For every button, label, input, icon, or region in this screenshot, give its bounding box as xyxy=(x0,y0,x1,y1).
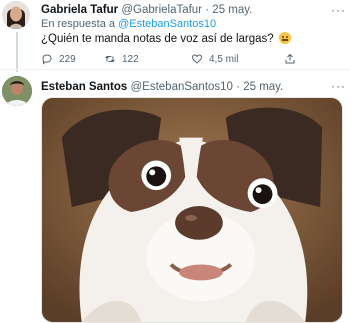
reply-context: En respuesta a @EstebanSantos10 xyxy=(41,18,216,30)
avatar-esteban[interactable] xyxy=(2,76,32,106)
tweet-time[interactable]: 25 may. xyxy=(243,81,283,93)
like-count: 4,5 mil xyxy=(209,53,239,65)
tweet-media-dog-photo[interactable] xyxy=(41,97,343,323)
retweet-icon xyxy=(105,55,115,63)
tweet-actions: 229 122 4,5 mil xyxy=(41,52,341,66)
retweet-count: 122 xyxy=(122,53,139,65)
thread-line xyxy=(16,32,18,72)
reply-count: 229 xyxy=(59,53,76,65)
share-icon xyxy=(285,53,295,64)
author-handle[interactable]: @GabrielaTafur xyxy=(121,4,202,16)
more-icon[interactable]: ··· xyxy=(331,79,346,93)
author-name[interactable]: Esteban Santos xyxy=(41,81,127,93)
thinking-face-icon xyxy=(278,32,291,44)
tweet-time[interactable]: 25 may. xyxy=(212,4,252,16)
tweet-divider xyxy=(0,69,350,70)
reply-header: Gabriela Tafur @GabrielaTafur · 25 may. xyxy=(41,3,252,17)
tweet-text: ¿Quién te manda notas de voz así de larg… xyxy=(41,32,291,45)
retweet-button[interactable]: 122 xyxy=(104,52,139,66)
more-icon[interactable]: ··· xyxy=(331,3,346,17)
reply-button[interactable]: 229 xyxy=(41,52,76,66)
original-header: Esteban Santos @EstebanSantos10 · 25 may… xyxy=(41,80,283,94)
comment-icon xyxy=(42,54,52,65)
separator-dot: · xyxy=(205,4,210,16)
separator-dot: · xyxy=(236,81,240,93)
author-handle[interactable]: @EstebanSantos10 xyxy=(130,81,232,93)
like-button[interactable]: 4,5 mil xyxy=(191,52,238,66)
reply-mention-link[interactable]: @EstebanSantos10 xyxy=(118,18,216,30)
reply-prefix: En respuesta a xyxy=(41,18,115,30)
tweet-text-content: ¿Quién te manda notas de voz así de larg… xyxy=(41,33,274,45)
share-button[interactable] xyxy=(284,52,296,66)
author-name[interactable]: Gabriela Tafur xyxy=(41,4,118,16)
heart-icon xyxy=(191,54,203,64)
avatar-gabriela[interactable] xyxy=(2,1,30,29)
